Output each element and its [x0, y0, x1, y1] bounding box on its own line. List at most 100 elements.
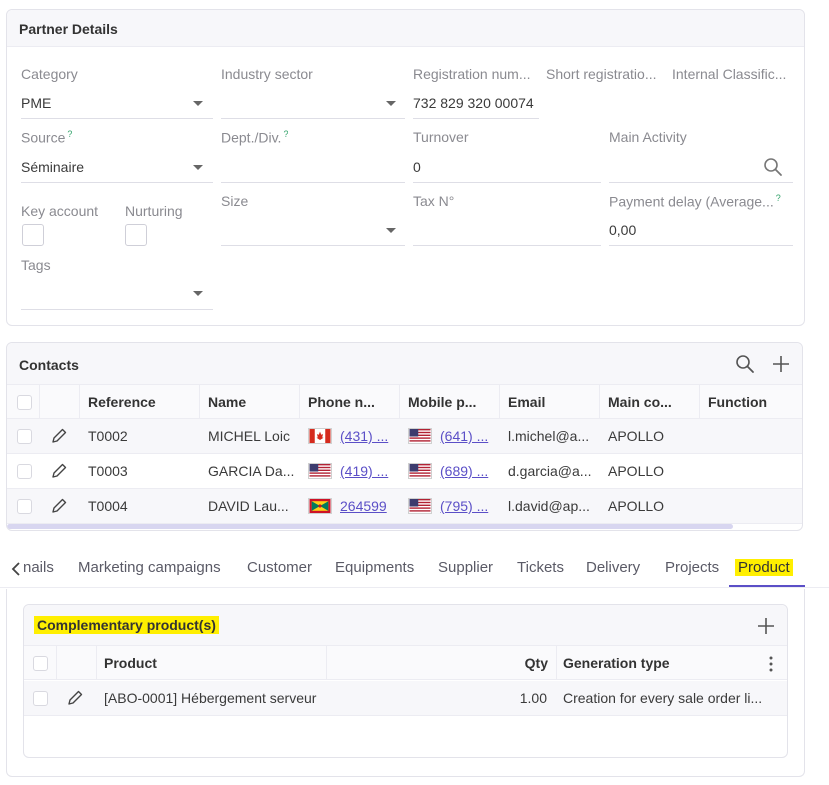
table-row[interactable]: [ABO-0001] Hébergement serveur 1.00 Crea… — [24, 681, 787, 716]
main-activity-label: Main Activity — [609, 129, 687, 145]
turnover-input[interactable]: 0 — [413, 159, 593, 175]
complementary-products-title: Complementary product(s) — [34, 616, 219, 634]
contacts-table-header: Reference Name Phone n... Mobile p... Em… — [7, 385, 802, 419]
row-checkbox[interactable] — [17, 429, 32, 444]
nurturing-checkbox[interactable] — [125, 224, 147, 246]
contacts-col-main-company[interactable]: Main co... — [608, 394, 694, 410]
products-select-all-checkbox[interactable] — [33, 656, 48, 671]
dept-div-label: Dept./Div.? — [221, 129, 288, 146]
product-tab-panel: Complementary product(s) Product Qty Gen… — [6, 589, 805, 777]
payment-delay-label: Payment delay (Average...? — [609, 193, 795, 210]
table-row[interactable]: T0004 DAVID Lau... 264599 (795) ... l.da… — [7, 489, 802, 524]
cell-name: MICHEL Loic — [208, 428, 290, 444]
contacts-col-email[interactable]: Email — [508, 394, 545, 410]
partner-details-panel: Partner Details Category PME Industry se… — [6, 9, 805, 326]
row-checkbox[interactable] — [33, 691, 48, 706]
registration-number-label: Registration num... — [413, 66, 531, 82]
contacts-add-icon[interactable] — [771, 354, 791, 374]
tab-emails[interactable]: nails — [23, 559, 54, 576]
payment-delay-input[interactable]: 0,00 — [609, 222, 793, 238]
products-col-product[interactable]: Product — [104, 655, 157, 671]
cell-name: GARCIA Da... — [208, 463, 295, 479]
mobile-link[interactable]: (795) ... — [440, 498, 488, 514]
row-checkbox[interactable] — [17, 464, 32, 479]
source-label-text: Source — [21, 129, 66, 146]
cell-mobile[interactable]: (641) ... — [408, 428, 496, 444]
dept-div-help-icon[interactable]: ? — [283, 129, 288, 139]
cell-main-company: APOLLO — [608, 463, 665, 479]
cell-mobile[interactable]: (795) ... — [408, 498, 496, 514]
tabs-chevron-left-icon[interactable] — [10, 561, 22, 577]
category-chevron-down-icon[interactable] — [193, 101, 203, 106]
contacts-col-name[interactable]: Name — [208, 394, 246, 410]
tab-supplier[interactable]: Supplier — [438, 559, 493, 576]
payment-delay-help-icon[interactable]: ? — [776, 193, 781, 203]
cell-reference: T0003 — [88, 463, 128, 479]
canada-flag-icon — [308, 428, 332, 444]
tab-bar: nails Marketing campaigns Customer Equip… — [0, 552, 829, 588]
source-chevron-down-icon[interactable] — [193, 165, 203, 170]
source-select[interactable]: Séminaire — [21, 159, 191, 175]
contacts-col-function[interactable]: Function — [708, 394, 767, 410]
contacts-select-all-checkbox[interactable] — [17, 395, 32, 410]
contacts-horizontal-scrollbar[interactable] — [7, 524, 733, 529]
mobile-link[interactable]: (689) ... — [440, 463, 488, 479]
column-options-kebab-icon[interactable] — [766, 655, 776, 673]
cell-reference: T0004 — [88, 498, 128, 514]
complementary-products-panel: Complementary product(s) Product Qty Gen… — [23, 604, 788, 758]
main-activity-search-icon[interactable] — [763, 157, 783, 177]
nurturing-label: Nurturing — [125, 203, 183, 219]
pencil-icon[interactable] — [50, 427, 68, 445]
contacts-col-reference[interactable]: Reference — [88, 394, 156, 410]
cell-phone[interactable]: 264599 — [308, 498, 396, 514]
tab-marketing-campaigns[interactable]: Marketing campaigns — [78, 559, 221, 576]
cell-name: DAVID Lau... — [208, 498, 289, 514]
turnover-label: Turnover — [413, 129, 469, 145]
cell-phone[interactable]: (419) ... — [308, 463, 396, 479]
products-col-generation-type[interactable]: Generation type — [563, 655, 670, 671]
tab-delivery[interactable]: Delivery — [586, 559, 640, 576]
size-label: Size — [221, 193, 249, 209]
tags-chevron-down-icon[interactable] — [193, 291, 203, 296]
products-col-qty[interactable]: Qty — [525, 655, 548, 671]
contacts-panel: Contacts Reference Name Phone n... Mobil… — [6, 342, 803, 531]
industry-sector-chevron-down-icon[interactable] — [386, 101, 396, 106]
usa-flag-icon — [408, 463, 432, 479]
pencil-icon[interactable] — [50, 497, 68, 515]
category-select[interactable]: PME — [21, 95, 211, 111]
source-help-icon[interactable]: ? — [67, 129, 72, 139]
complementary-products-add-icon[interactable] — [756, 616, 776, 636]
registration-number-input[interactable]: 732 829 320 00074 — [413, 95, 541, 111]
mobile-link[interactable]: (641) ... — [440, 428, 488, 444]
cell-mobile[interactable]: (689) ... — [408, 463, 496, 479]
contacts-col-phone[interactable]: Phone n... — [308, 394, 394, 410]
tab-product-label: Product — [735, 559, 793, 576]
contacts-header: Contacts — [7, 343, 802, 385]
tab-product[interactable]: Product — [735, 559, 793, 576]
cell-reference: T0002 — [88, 428, 128, 444]
row-checkbox[interactable] — [17, 499, 32, 514]
tab-equipments[interactable]: Equipments — [335, 559, 414, 576]
cell-product: [ABO-0001] Hébergement serveur — [104, 690, 317, 706]
active-tab-indicator — [729, 585, 805, 587]
industry-sector-label: Industry sector — [221, 66, 313, 82]
phone-link[interactable]: (419) ... — [340, 463, 388, 479]
cell-email: l.michel@a... — [508, 428, 590, 444]
phone-link[interactable]: 264599 — [340, 498, 387, 514]
partner-details-header: Partner Details — [7, 10, 804, 47]
key-account-checkbox[interactable] — [22, 224, 44, 246]
contacts-search-icon[interactable] — [735, 354, 755, 374]
table-row[interactable]: T0003 GARCIA Da... (419) ... (689) ... d… — [7, 454, 802, 489]
pencil-icon[interactable] — [50, 462, 68, 480]
phone-link[interactable]: (431) ... — [340, 428, 388, 444]
table-row[interactable]: T0002 MICHEL Loic (431) ... (641) ... l.… — [7, 419, 802, 454]
cell-phone[interactable]: (431) ... — [308, 428, 396, 444]
contacts-col-mobile[interactable]: Mobile p... — [408, 394, 494, 410]
partner-details-title: Partner Details — [19, 21, 118, 37]
pencil-icon[interactable] — [66, 689, 84, 707]
tab-customer[interactable]: Customer — [247, 559, 312, 576]
size-chevron-down-icon[interactable] — [386, 228, 396, 233]
tags-label: Tags — [21, 257, 51, 273]
tab-tickets[interactable]: Tickets — [517, 559, 564, 576]
tab-projects[interactable]: Projects — [665, 559, 719, 576]
